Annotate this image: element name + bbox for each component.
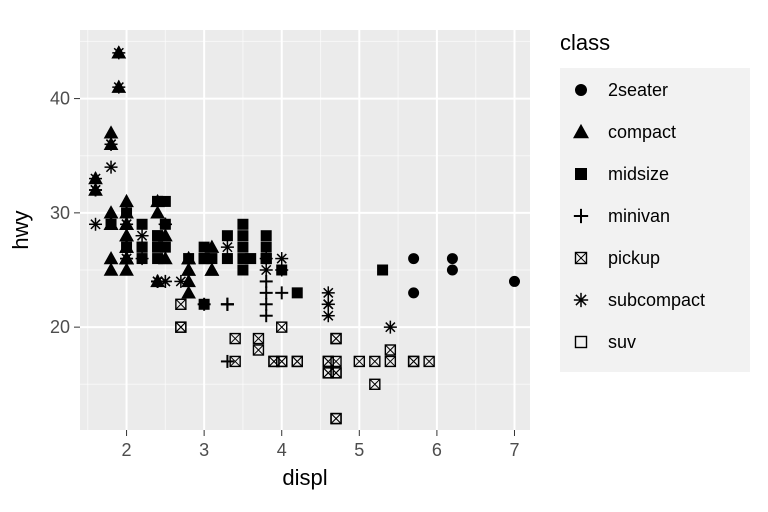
- point: [136, 229, 149, 242]
- point: [261, 231, 271, 241]
- point: [159, 218, 172, 231]
- point: [199, 242, 209, 252]
- point: [153, 231, 163, 241]
- x-tick-label: 7: [509, 440, 519, 460]
- point: [137, 219, 147, 229]
- point: [221, 241, 234, 254]
- point: [222, 231, 232, 241]
- point: [238, 265, 248, 275]
- point: [292, 288, 302, 298]
- point: [105, 138, 118, 151]
- point: [238, 219, 248, 229]
- point: [112, 46, 125, 59]
- x-tick-label: 4: [277, 440, 287, 460]
- point: [246, 254, 256, 264]
- legend-label: minivan: [608, 206, 670, 226]
- point: [275, 264, 288, 277]
- point: [122, 208, 132, 218]
- point: [137, 242, 147, 252]
- y-axis-title: hwy: [8, 210, 33, 249]
- legend-label: pickup: [608, 248, 660, 268]
- legend-title: class: [560, 30, 610, 55]
- point: [199, 254, 209, 264]
- point: [275, 252, 288, 265]
- point: [509, 276, 519, 286]
- point: [260, 252, 273, 265]
- point: [409, 254, 419, 264]
- point: [261, 242, 271, 252]
- legend-label: subcompact: [608, 290, 705, 310]
- point: [105, 161, 118, 174]
- legend-label: 2seater: [608, 80, 668, 100]
- point: [160, 196, 170, 206]
- point: [153, 254, 163, 264]
- point: [106, 219, 116, 229]
- legend-label: midsize: [608, 164, 669, 184]
- point: [322, 309, 335, 322]
- point: [120, 252, 133, 265]
- point: [409, 288, 419, 298]
- x-axis-title: displ: [282, 465, 327, 490]
- point: [322, 286, 335, 299]
- point: [159, 275, 172, 288]
- x-tick-label: 3: [199, 440, 209, 460]
- point: [122, 242, 132, 252]
- point: [89, 172, 102, 185]
- point: [174, 275, 187, 288]
- point: [447, 265, 457, 275]
- y-tick-label: 20: [50, 317, 70, 337]
- y-tick-label: 40: [50, 89, 70, 109]
- point: [184, 254, 194, 264]
- point: [260, 264, 273, 277]
- point: [222, 254, 232, 264]
- y-tick-label: 30: [50, 203, 70, 223]
- x-tick-label: 5: [354, 440, 364, 460]
- point: [238, 242, 248, 252]
- point: [89, 184, 102, 197]
- x-tick-label: 2: [122, 440, 132, 460]
- point: [89, 218, 102, 231]
- point: [153, 242, 163, 252]
- point: [447, 254, 457, 264]
- point: [112, 81, 125, 94]
- point: [378, 265, 388, 275]
- legend-label: compact: [608, 122, 676, 142]
- legend-label: suv: [608, 332, 636, 352]
- point: [120, 218, 133, 231]
- point: [384, 321, 397, 334]
- scatter-plot: 20 30 40 2 3 4 5 6 7 displ hwy class 2seater compa…: [0, 0, 768, 512]
- point: [136, 252, 149, 265]
- point: [322, 298, 335, 311]
- x-tick-label: 6: [432, 440, 442, 460]
- point: [238, 231, 248, 241]
